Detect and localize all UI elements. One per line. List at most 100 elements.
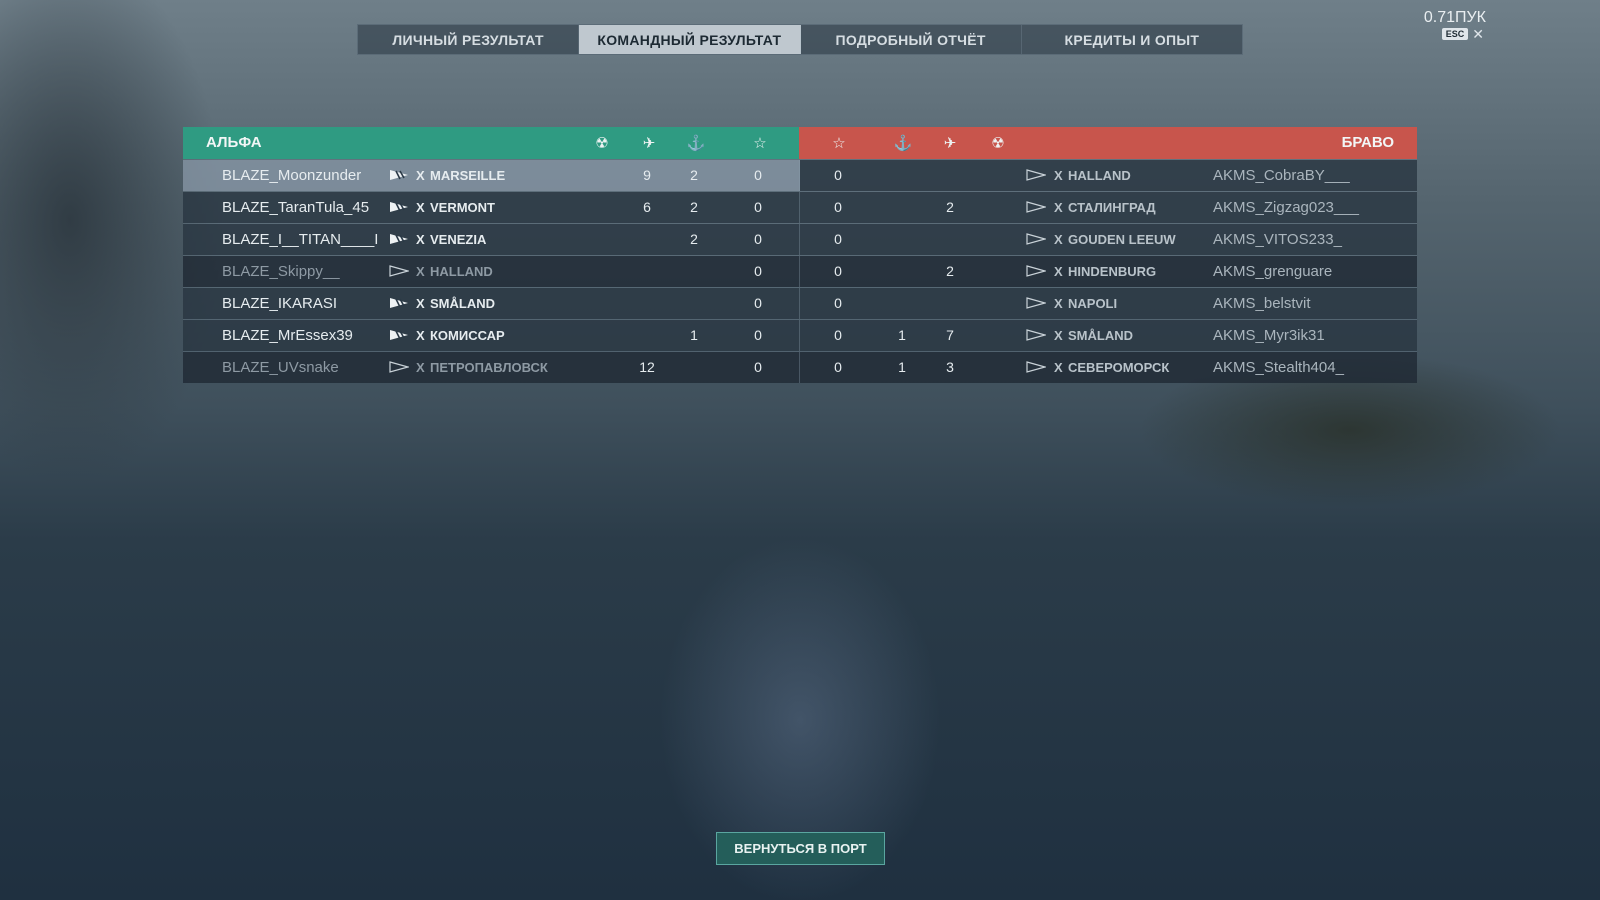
ship-tier: X <box>416 360 425 375</box>
player-name: BLAZE_UVsnake <box>222 359 339 376</box>
ship-tier: X <box>1054 168 1063 183</box>
alpha-player-entry[interactable]: BLAZE_MrEssex39 X КОМИССАР 1 0 <box>183 320 800 351</box>
star-value: 0 <box>754 263 762 279</box>
alpha-player-entry[interactable]: BLAZE_Skippy__ X HALLAND 0 <box>183 256 800 287</box>
scoreboard-row[interactable]: BLAZE_Skippy__ X HALLAND 0 0 2 X HINDENB… <box>183 255 1417 287</box>
ship-name: VENEZIA <box>430 232 487 247</box>
ship-name: HALLAND <box>430 264 493 279</box>
ship-name: СЕВЕРОМОРСК <box>1068 360 1170 375</box>
star-value: 0 <box>834 359 842 375</box>
planes-shot-value: 12 <box>639 359 655 375</box>
close-icon[interactable]: ✕ <box>1472 27 1484 41</box>
ship-name: КОМИССАР <box>430 328 505 343</box>
battleship-icon <box>389 201 409 213</box>
planes-shot-value: 7 <box>946 327 954 343</box>
bravo-player-entry[interactable]: 0 1 7 X SMÅLAND AKMS_Myr3ik31 <box>800 320 1417 351</box>
destroyer-icon <box>389 265 409 277</box>
player-name: AKMS_grenguare <box>1213 263 1333 280</box>
destroyer-icon <box>1026 169 1046 181</box>
cruiser-icon <box>389 329 409 341</box>
ship-tier: X <box>1054 328 1063 343</box>
ship-tier: X <box>1054 232 1063 247</box>
planes-shot-icon: ✈ <box>943 135 957 152</box>
cruiser-icon <box>389 361 409 373</box>
scoreboard-row[interactable]: BLAZE_MrEssex39 X КОМИССАР 1 0 0 1 7 X S… <box>183 319 1417 351</box>
player-name: AKMS_VITOS233_ <box>1213 231 1342 248</box>
star-value: 0 <box>754 327 762 343</box>
star-icon: ☆ <box>753 135 767 152</box>
esc-key-hint: ESC <box>1441 28 1469 40</box>
ship-tier: X <box>1054 296 1063 311</box>
ship-name: HINDENBURG <box>1068 264 1157 279</box>
star-value: 0 <box>834 263 842 279</box>
scoreboard-row[interactable]: BLAZE_IKARASI X SMÅLAND 0 0 X NAPOLI AKM… <box>183 287 1417 319</box>
bravo-player-entry[interactable]: 0 2 X HINDENBURG AKMS_grenguare <box>800 256 1417 287</box>
player-name: BLAZE_I__TITAN____I <box>222 231 379 248</box>
ships-sunk-value: 1 <box>898 359 906 375</box>
alpha-player-entry[interactable]: BLAZE_Moonzunder X MARSEILLE 9 2 0 <box>183 160 800 191</box>
return-to-port-button[interactable]: ВЕРНУТЬСЯ В ПОРТ <box>716 832 885 865</box>
scoreboard-row[interactable]: BLAZE_I__TITAN____I X VENEZIA 2 0 0 X GO… <box>183 223 1417 255</box>
alpha-player-entry[interactable]: BLAZE_UVsnake X ПЕТРОПАВЛОВСК 12 0 <box>183 352 800 383</box>
base-capture-icon: ☢ <box>991 135 1005 152</box>
ship-name: HALLAND <box>1068 168 1131 183</box>
star-value: 0 <box>754 231 762 247</box>
star-value: 0 <box>834 199 842 215</box>
ship-name: SMÅLAND <box>430 296 495 311</box>
star-value: 0 <box>834 327 842 343</box>
ship-tier: X <box>416 296 425 311</box>
alpha-player-entry[interactable]: BLAZE_I__TITAN____I X VENEZIA 2 0 <box>183 224 800 255</box>
team-alpha-name: АЛЬФА <box>206 134 262 151</box>
bravo-player-entry[interactable]: 0 X HALLAND AKMS_CobraBY___ <box>800 160 1417 191</box>
ship-tier: X <box>416 232 425 247</box>
tab-team-result[interactable]: КОМАНДНЫЙ РЕЗУЛЬТАТ <box>579 25 801 54</box>
cruiser-icon <box>1026 233 1046 245</box>
bravo-player-entry[interactable]: 0 X GOUDEN LEEUW AKMS_VITOS233_ <box>800 224 1417 255</box>
planes-shot-value: 2 <box>946 263 954 279</box>
player-name: BLAZE_TaranTula_45 <box>222 199 370 216</box>
cruiser-icon <box>1026 265 1046 277</box>
player-name: AKMS_Zigzag023___ <box>1213 199 1359 216</box>
player-name: BLAZE_Skippy__ <box>222 263 340 280</box>
ship-tier: X <box>1054 200 1063 215</box>
ship-tier: X <box>416 200 425 215</box>
ship-tier: X <box>1054 360 1063 375</box>
scoreboard-row[interactable]: BLAZE_Moonzunder X MARSEILLE 9 2 0 0 X H… <box>183 159 1417 191</box>
player-name: AKMS_belstvit <box>1213 295 1311 312</box>
bravo-player-entry[interactable]: 0 1 3 X СЕВЕРОМОРСК AKMS_Stealth404_ <box>800 352 1417 383</box>
player-name: AKMS_Myr3ik31 <box>1213 327 1325 344</box>
player-name: AKMS_CobraBY___ <box>1213 167 1350 184</box>
bravo-player-entry[interactable]: 0 2 X СТАЛИНГРАД AKMS_Zigzag023___ <box>800 192 1417 223</box>
cruiser-icon <box>1026 201 1046 213</box>
star-icon: ☆ <box>832 135 846 152</box>
ships-sunk-value: 2 <box>690 167 698 183</box>
tab-detailed-report[interactable]: ПОДРОБНЫЙ ОТЧЁТ <box>801 25 1022 54</box>
ship-name: GOUDEN LEEUW <box>1068 232 1176 247</box>
star-value: 0 <box>834 295 842 311</box>
ships-sunk-value: 1 <box>690 327 698 343</box>
alpha-player-entry[interactable]: BLAZE_TaranTula_45 X VERMONT 6 2 0 <box>183 192 800 223</box>
team-scoreboard: АЛЬФА ☢ ✈ ⚓ ☆ ☆ ⚓ ✈ ☢ БРАВО BLAZE_Moonzu… <box>183 127 1417 383</box>
star-value: 0 <box>754 295 762 311</box>
team-alpha-header: АЛЬФА ☢ ✈ ⚓ ☆ <box>183 127 799 159</box>
ships-sunk-icon: ⚓ <box>893 135 913 152</box>
ship-name: NAPOLI <box>1068 296 1118 311</box>
bravo-player-entry[interactable]: 0 X NAPOLI AKMS_belstvit <box>800 288 1417 319</box>
scoreboard-row[interactable]: BLAZE_TaranTula_45 X VERMONT 6 2 0 0 2 X… <box>183 191 1417 223</box>
scoreboard-row[interactable]: BLAZE_UVsnake X ПЕТРОПАВЛОВСК 12 0 0 1 3… <box>183 351 1417 383</box>
destroyer-icon <box>1026 329 1046 341</box>
ship-tier: X <box>416 264 425 279</box>
star-value: 0 <box>754 167 762 183</box>
ships-sunk-value: 1 <box>898 327 906 343</box>
esc-close-control[interactable]: ESC ✕ <box>1441 27 1484 41</box>
ship-name: СТАЛИНГРАД <box>1068 200 1156 215</box>
cruiser-icon <box>389 233 409 245</box>
tab-credits-and-xp[interactable]: КРЕДИТЫ И ОПЫТ <box>1022 25 1242 54</box>
cruiser-icon <box>1026 361 1046 373</box>
scoreboard-header: АЛЬФА ☢ ✈ ⚓ ☆ ☆ ⚓ ✈ ☢ БРАВО <box>183 127 1417 159</box>
alpha-player-entry[interactable]: BLAZE_IKARASI X SMÅLAND 0 <box>183 288 800 319</box>
star-value: 0 <box>754 359 762 375</box>
tab-personal-result[interactable]: ЛИЧНЫЙ РЕЗУЛЬТАТ <box>358 25 580 54</box>
ship-tier: X <box>416 328 425 343</box>
base-capture-icon: ☢ <box>595 135 609 152</box>
